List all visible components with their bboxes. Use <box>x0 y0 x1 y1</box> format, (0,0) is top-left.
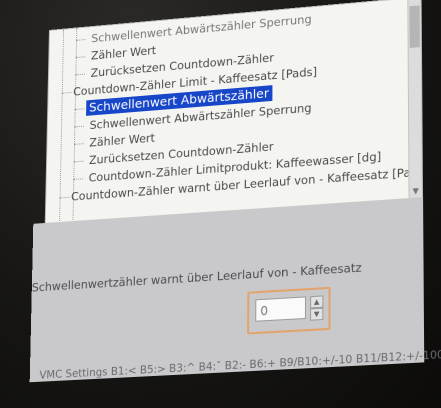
tree-branch <box>76 39 86 41</box>
tree-branch <box>73 160 84 163</box>
tree-branch <box>75 73 85 76</box>
tree-branch <box>73 178 83 180</box>
value-highlight-box: 0 ▲ ▼ <box>247 286 331 335</box>
scroll-down-arrow-icon[interactable]: ▼ <box>411 186 421 197</box>
tree-branch <box>74 108 85 111</box>
value-spinbox-input[interactable]: 0 <box>255 296 307 322</box>
parameter-panel: Schwellenwertzähler warnt über Leerlauf … <box>29 197 441 383</box>
tree-branch <box>74 125 84 128</box>
hmi-screen: Schwellenwert Abwärtszähler Sperrung Zäh… <box>29 0 441 392</box>
tree-branch <box>61 92 72 94</box>
settings-tree[interactable]: Schwellenwert Abwärtszähler Sperrung Zäh… <box>44 0 424 225</box>
spin-down-arrow-icon[interactable]: ▼ <box>310 307 324 321</box>
tree-branch <box>59 196 70 199</box>
tree-guide-line <box>59 29 65 223</box>
tree-scrollbar[interactable]: ▼ <box>407 0 423 200</box>
scroll-thumb[interactable] <box>409 5 420 48</box>
spin-up-arrow-icon[interactable]: ▲ <box>310 295 324 309</box>
tree-branch <box>74 143 84 145</box>
tree-branch <box>75 56 86 59</box>
